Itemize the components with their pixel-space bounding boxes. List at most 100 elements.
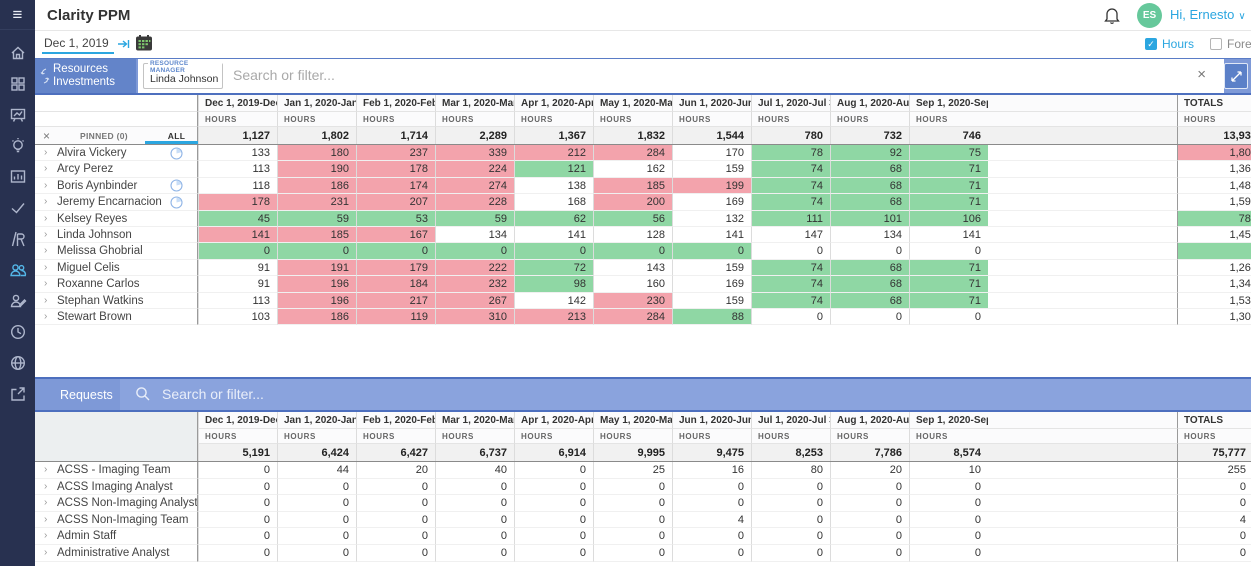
expand-row-chevron-icon[interactable]: › (44, 196, 47, 207)
grid-cell[interactable]: 106 (909, 210, 988, 227)
sidebar-item-tasks-icon[interactable] (0, 195, 35, 221)
expand-row-chevron-icon[interactable]: › (44, 180, 47, 191)
grid-cell[interactable]: 0 (198, 478, 277, 496)
grid-cell[interactable]: 0 (356, 478, 435, 496)
row-name-cell[interactable]: › Linda Johnson (35, 226, 198, 244)
grid-cell[interactable]: 217 (356, 292, 435, 309)
grid-cell[interactable]: 0 (672, 528, 751, 545)
grid-cell[interactable]: 213 (514, 308, 593, 326)
expand-row-chevron-icon[interactable]: › (44, 481, 47, 492)
row-name-cell[interactable]: › Stephan Watkins (35, 292, 198, 309)
grid-cell[interactable]: 199 (672, 177, 751, 195)
expand-row-chevron-icon[interactable]: › (44, 295, 47, 306)
grid-cell[interactable]: 0 (435, 478, 514, 496)
sidebar-item-resources-icon[interactable] (0, 257, 35, 283)
grid-cell[interactable]: 178 (198, 194, 277, 211)
expand-row-chevron-icon[interactable]: › (44, 229, 47, 240)
grid-cell[interactable]: 71 (909, 194, 988, 211)
column-header-month[interactable]: Aug 1, 2020-Aug 31, 2020 (830, 95, 909, 112)
grid-cell[interactable]: 232 (435, 276, 514, 293)
grid-cell[interactable]: 0 (672, 243, 751, 260)
forecast-checkbox[interactable] (1210, 38, 1222, 50)
expand-row-chevron-icon[interactable]: › (44, 464, 47, 475)
grid-cell[interactable]: 0 (435, 528, 514, 545)
column-header-month[interactable]: Dec 1, 2019-Dec 31, 2019 (198, 412, 277, 429)
grid-cell[interactable]: 143 (593, 259, 672, 277)
grid-cell[interactable]: 212 (514, 145, 593, 162)
grid-cell[interactable]: 111 (751, 210, 830, 227)
grid-cell[interactable]: 185 (593, 177, 672, 195)
grid-cell[interactable]: 71 (909, 161, 988, 178)
grid-cell[interactable]: 0 (198, 243, 277, 260)
column-header-month[interactable]: Jan 1, 2020-Jan 31, 2020 (277, 412, 356, 429)
sidebar-item-roadmaps-icon[interactable] (0, 226, 35, 252)
row-name-cell[interactable]: › Roxanne Carlos (35, 276, 198, 293)
grid-cell[interactable]: 119 (356, 308, 435, 326)
grid-cell[interactable]: 0 (356, 495, 435, 512)
grid-cell[interactable]: 0 (751, 243, 830, 260)
row-name-cell[interactable]: › Stewart Brown (35, 308, 198, 326)
grid-cell[interactable]: 74 (751, 259, 830, 277)
column-header-month[interactable]: Mar 1, 2020-Mar 31, 2020 (435, 412, 514, 429)
sidebar-item-classic-open-icon[interactable] (0, 381, 35, 407)
grid-cell[interactable]: 74 (751, 292, 830, 309)
grid-cell[interactable]: 196 (277, 276, 356, 293)
grid-cell[interactable]: 0 (830, 544, 909, 562)
expand-row-chevron-icon[interactable]: › (44, 262, 47, 273)
grid-cell[interactable]: 191 (277, 259, 356, 277)
grid-cell[interactable]: 78 (751, 145, 830, 162)
grid-cell[interactable]: 68 (830, 259, 909, 277)
grid-cell[interactable]: 0 (751, 544, 830, 562)
sidebar-item-ideas-icon[interactable] (0, 133, 35, 159)
grid-cell[interactable]: 186 (277, 308, 356, 326)
grid-cell[interactable]: 142 (514, 292, 593, 309)
row-name-cell[interactable]: › ACSS - Imaging Team (35, 462, 198, 479)
grid-cell[interactable]: 91 (198, 276, 277, 293)
grid-cell[interactable]: 0 (909, 511, 988, 529)
clear-filter-icon[interactable]: × (1197, 66, 1206, 83)
hours-toggle[interactable]: ✓ Hours (1145, 37, 1194, 51)
sidebar-item-status-board-icon[interactable] (0, 102, 35, 128)
grid-cell[interactable]: 40 (435, 462, 514, 479)
grid-cell[interactable]: 71 (909, 276, 988, 293)
grid-cell[interactable]: 167 (356, 226, 435, 244)
grid-cell[interactable]: 0 (593, 478, 672, 496)
column-header-month[interactable]: Jun 1, 2020-Jun 30 (672, 95, 751, 112)
row-name-cell[interactable]: › ACSS Imaging Analyst (35, 478, 198, 496)
row-name-cell[interactable]: › Miguel Celis (35, 259, 198, 277)
grid-cell[interactable]: 20 (830, 462, 909, 479)
grid-cell[interactable]: 231 (277, 194, 356, 211)
grid-cell[interactable]: 0 (435, 495, 514, 512)
grid-cell[interactable]: 10 (909, 462, 988, 479)
expand-row-chevron-icon[interactable]: › (44, 147, 47, 158)
grid-cell[interactable]: 178 (356, 161, 435, 178)
grid-cell[interactable]: 0 (435, 511, 514, 529)
tab-resources-investments[interactable]: Resources Investments (35, 59, 136, 93)
grid-cell[interactable]: 159 (672, 292, 751, 309)
grid-cell[interactable]: 0 (277, 478, 356, 496)
column-header-month[interactable]: Mar 1, 2020-Mar 31, 2020 (435, 95, 514, 112)
grid-cell[interactable]: 0 (277, 511, 356, 529)
close-panel-icon[interactable]: × (43, 129, 50, 143)
sidebar-item-tiles-icon[interactable] (0, 71, 35, 97)
column-header-month[interactable]: May 1, 2020-May 31, 2020 (593, 95, 672, 112)
grid-cell[interactable]: 0 (672, 544, 751, 562)
grid-cell[interactable]: 0 (830, 528, 909, 545)
grid-cell[interactable]: 141 (672, 226, 751, 244)
column-header-month[interactable]: Jul 1, 2020-Jul 31, 2020 (751, 95, 830, 112)
grid-cell[interactable]: 310 (435, 308, 514, 326)
expand-row-chevron-icon[interactable]: › (44, 514, 47, 525)
grid-cell[interactable]: 74 (751, 194, 830, 211)
expand-row-chevron-icon[interactable]: › (44, 311, 47, 322)
grid-cell[interactable]: 138 (514, 177, 593, 195)
grid-cell[interactable]: 25 (593, 462, 672, 479)
column-header-month[interactable]: Apr 1, 2020-Apr 30, 2020 (514, 412, 593, 429)
row-name-cell[interactable]: › Alvira Vickery (35, 145, 198, 162)
grid-cell[interactable]: 88 (672, 308, 751, 326)
column-header-month[interactable]: May 1, 2020-May 31, 2020 (593, 412, 672, 429)
grid-cell[interactable]: 75 (909, 145, 988, 162)
grid-cell[interactable]: 339 (435, 145, 514, 162)
grid-cell[interactable]: 0 (909, 495, 988, 512)
expand-row-chevron-icon[interactable]: › (44, 163, 47, 174)
grid-cell[interactable]: 56 (593, 210, 672, 227)
